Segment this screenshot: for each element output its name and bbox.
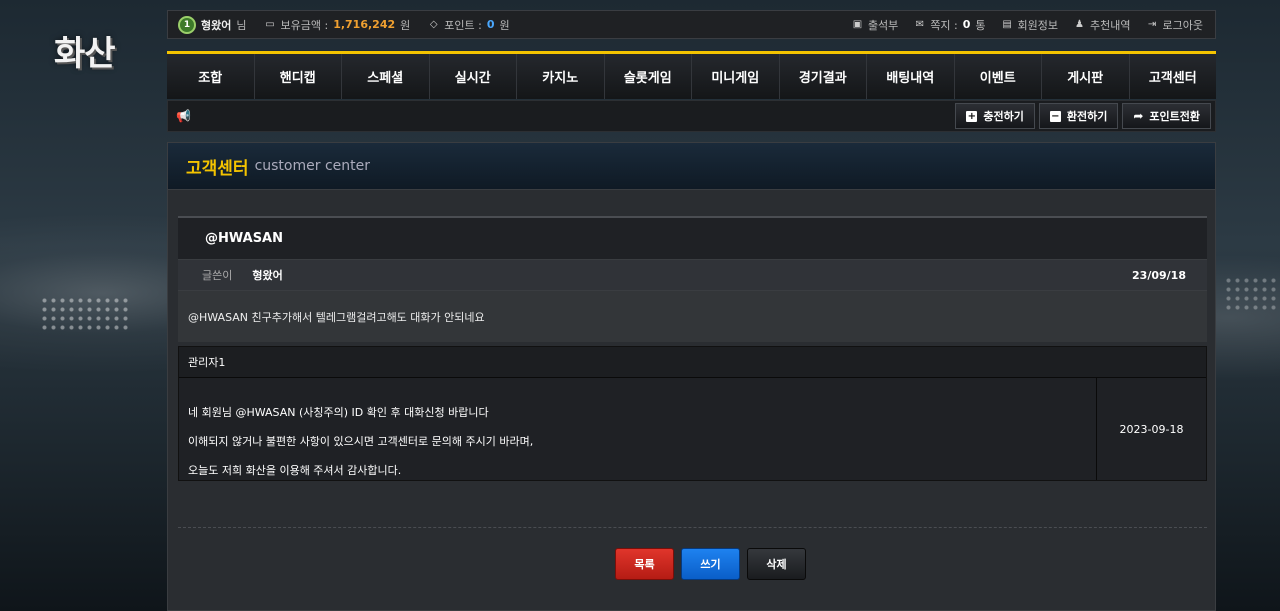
users-icon: ♟ [1075, 18, 1085, 30]
point-label: 포인트 : [444, 18, 482, 32]
money-icon: ▭ [265, 18, 275, 30]
user-info-bar: 1 형왔어 님 ▭ 보유금액 : 1,716,242 원 ◇ 포인트 : 0원 ▣ … [167, 10, 1216, 39]
delete-button[interactable]: 삭제 [747, 548, 806, 580]
nav-board[interactable]: 게시판 [1042, 54, 1130, 99]
minus-icon: − [1049, 110, 1061, 122]
admin-reply: 관리자1 네 회원님 @HWASAN (사칭주의) ID 확인 후 대화신청 바… [178, 346, 1207, 481]
reply-text: 네 회원님 @HWASAN (사칭주의) ID 확인 후 대화신청 바랍니다 이… [179, 378, 1097, 480]
post-title: @HWASAN [178, 216, 1207, 260]
reply-author: 관리자1 [179, 347, 1206, 378]
post-view: @HWASAN 글쓴이 형왔어 23/09/18 @HWASAN 친구추가해서 … [178, 216, 1207, 481]
level-badge-icon: 1 [178, 15, 196, 34]
nav-combo[interactable]: 조합 [167, 54, 255, 99]
megaphone-icon: 📢 [176, 109, 191, 123]
nav-customer-center[interactable]: 고객센터 [1130, 54, 1217, 99]
diamond-icon: ◇ [429, 18, 438, 30]
reply-date: 2023-09-18 [1119, 422, 1184, 436]
nav-event[interactable]: 이벤트 [955, 54, 1042, 99]
point-unit: 원 [499, 18, 510, 32]
stadium-lights-right [1224, 276, 1280, 310]
charge-label: 충전하기 [983, 110, 1024, 123]
site-logo[interactable]: 화산 [54, 26, 116, 75]
member-info-link[interactable]: ▤ 회원정보 [1002, 17, 1058, 33]
id-card-icon: ▤ [1002, 18, 1012, 30]
member-info-label: 회원정보 [1017, 18, 1059, 32]
point-info: ◇ 포인트 : 0원 [428, 17, 510, 33]
reply-line: 이해되지 않거나 불편한 사항이 있으시면 고객센터로 문의해 주시기 바라며, [188, 435, 534, 448]
money-info: ▭ 보유금액 : 1,716,242 원 [265, 17, 411, 33]
post-meta: 글쓴이 형왔어 23/09/18 [178, 260, 1207, 291]
nav-casino[interactable]: 카지노 [517, 54, 605, 99]
nav-results[interactable]: 경기결과 [780, 54, 867, 99]
reply-line: 오늘도 저희 화산을 이용해 주셔서 감사합니다. [188, 464, 402, 477]
share-arrow-icon: ➦ [1133, 109, 1144, 123]
main-container: 1 형왔어 님 ▭ 보유금액 : 1,716,242 원 ◇ 포인트 : 0원 ▣ … [167, 0, 1216, 611]
divider [178, 527, 1207, 528]
user-suffix: 님 [236, 18, 247, 32]
money-value: 1,716,242 [333, 18, 396, 31]
writer-name: 형왔어 [252, 269, 283, 282]
action-buttons: 목록 쓰기 삭제 [168, 548, 1217, 580]
calendar-icon: ▣ [852, 18, 863, 30]
attendance-label: 출석부 [867, 18, 899, 32]
nav-live[interactable]: 실시간 [430, 54, 517, 99]
page-subtitle: customer center [254, 158, 370, 174]
list-button[interactable]: 목록 [615, 548, 674, 580]
message-label: 쪽지 : [930, 18, 958, 32]
nav-minigame[interactable]: 미니게임 [692, 54, 780, 99]
point-convert-label: 포인트전환 [1149, 110, 1200, 123]
post-body: @HWASAN 친구추가해서 텔레그램걸려고해도 대화가 안되네요 [178, 291, 1207, 342]
point-convert-button[interactable]: ➦ 포인트전환 [1122, 103, 1211, 129]
message-count: 0 [962, 18, 971, 31]
post-date: 23/09/18 [1132, 268, 1186, 282]
content-panel: 고객센터 customer center @HWASAN 글쓴이 형왔어 23/… [167, 142, 1216, 611]
nav-slot[interactable]: 슬롯게임 [605, 54, 692, 99]
writer-label: 글쓴이 [202, 269, 233, 282]
notice-bar: 📢 + 충전하기 − 환전하기 ➦ 포인트전환 [167, 100, 1216, 132]
stadium-lights-left [40, 296, 130, 332]
logout-icon: ⇥ [1147, 18, 1157, 30]
user-profile: 1 형왔어 님 [178, 15, 247, 34]
main-nav: 조합 핸디캡 스페셜 실시간 카지노 슬롯게임 미니게임 경기결과 배팅내역 이… [167, 51, 1216, 99]
logout-label: 로그아웃 [1162, 18, 1203, 32]
nav-special[interactable]: 스페셜 [342, 54, 430, 99]
attendance-link[interactable]: ▣ 출석부 [852, 17, 899, 33]
charge-button[interactable]: + 충전하기 [955, 103, 1035, 129]
money-label: 보유금액 : [280, 18, 329, 32]
panel-header: 고객센터 customer center [168, 143, 1215, 190]
message-unit: 통 [975, 18, 986, 32]
reply-line: 네 회원님 @HWASAN (사칭주의) ID 확인 후 대화신청 바랍니다 [188, 406, 489, 419]
money-unit: 원 [400, 18, 411, 32]
user-name: 형왔어 [201, 18, 232, 32]
plus-icon: + [966, 110, 978, 122]
message-link[interactable]: ✉ 쪽지 : 0 통 [914, 17, 986, 33]
point-value: 0 [486, 18, 495, 31]
envelope-icon: ✉ [915, 18, 924, 30]
page-title: 고객센터 [186, 158, 249, 179]
recommend-label: 추천내역 [1090, 18, 1131, 32]
exchange-button[interactable]: − 환전하기 [1038, 103, 1119, 129]
logout-link[interactable]: ⇥ 로그아웃 [1147, 17, 1203, 33]
nav-bet-history[interactable]: 배팅내역 [867, 54, 955, 99]
recommend-link[interactable]: ♟ 추천내역 [1074, 17, 1130, 33]
exchange-label: 환전하기 [1066, 110, 1108, 123]
write-button[interactable]: 쓰기 [681, 548, 740, 580]
nav-handicap[interactable]: 핸디캡 [255, 54, 342, 99]
